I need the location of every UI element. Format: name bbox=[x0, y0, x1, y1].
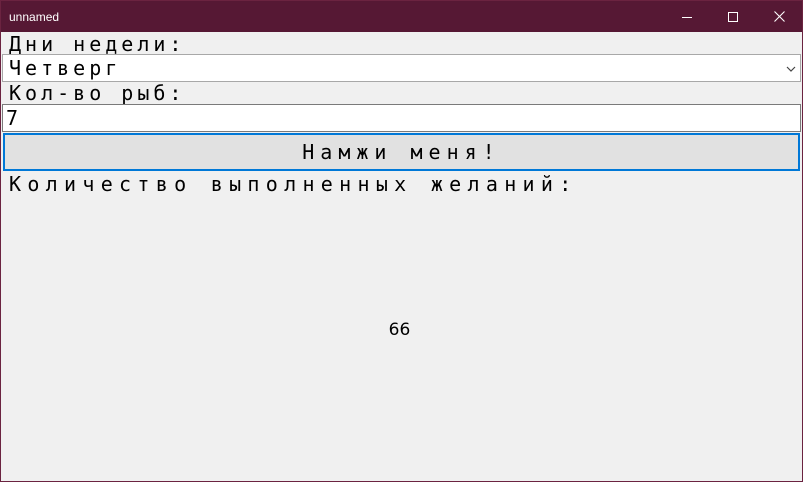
minimize-icon bbox=[682, 16, 692, 18]
client-area: Дни недели: Четверг Кол-во рыб: Намжи ме… bbox=[1, 32, 802, 481]
fish-count-label: Кол-во рыб: bbox=[9, 81, 186, 105]
wishes-result-value: 66 bbox=[388, 320, 411, 340]
fish-count-input[interactable] bbox=[2, 104, 801, 132]
chevron-down-icon[interactable] bbox=[785, 63, 797, 75]
minimize-button[interactable] bbox=[664, 1, 710, 32]
maximize-icon bbox=[728, 11, 738, 22]
press-me-button[interactable]: Намжи меня! bbox=[3, 133, 800, 171]
close-icon bbox=[773, 11, 785, 22]
window-title: unnamed bbox=[9, 10, 60, 24]
maximize-button[interactable] bbox=[710, 1, 756, 32]
days-of-week-label: Дни недели: bbox=[9, 32, 186, 56]
wishes-count-label: Количество выполненных желаний: bbox=[9, 172, 578, 196]
day-of-week-select[interactable]: Четверг bbox=[2, 54, 801, 82]
title-bar[interactable]: unnamed bbox=[1, 1, 802, 32]
selected-day-value: Четверг bbox=[9, 56, 122, 80]
close-button[interactable] bbox=[756, 1, 802, 32]
app-window: unnamed Дни недели: Четверг Кол-во рыб: … bbox=[0, 0, 803, 482]
